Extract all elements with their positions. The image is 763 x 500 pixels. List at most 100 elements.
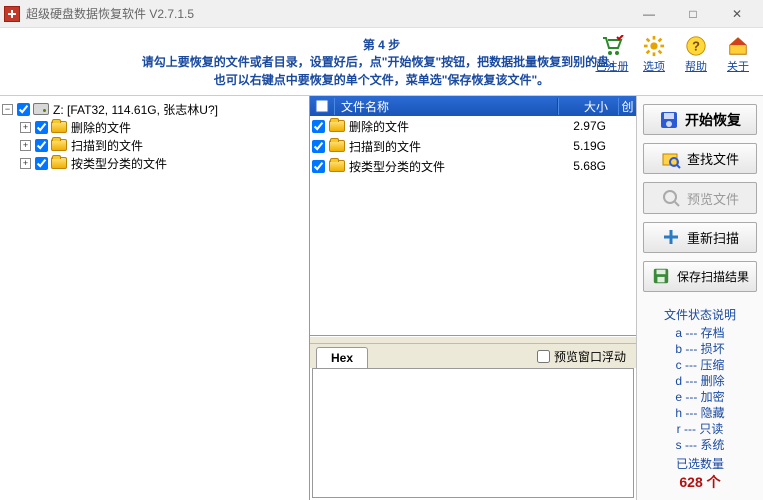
options-link[interactable]: 选项	[637, 34, 671, 74]
minimize-button[interactable]: —	[627, 0, 671, 28]
legend-title: 文件状态说明	[643, 306, 757, 323]
list-item[interactable]: 按类型分类的文件 5.68G	[310, 156, 636, 176]
preview-tabs: Hex 预览窗口浮动	[310, 344, 636, 368]
about-label: 关于	[727, 58, 749, 74]
legend-row: a --- 存档	[643, 325, 757, 341]
tree-checkbox[interactable]	[35, 121, 48, 134]
column-icon	[315, 99, 329, 113]
file-size: 5.68G	[556, 159, 616, 173]
tree-checkbox[interactable]	[35, 139, 48, 152]
header-size[interactable]: 大小	[558, 98, 618, 115]
start-recovery-button[interactable]: 开始恢复	[643, 104, 757, 135]
help-link[interactable]: ? 帮助	[679, 34, 713, 74]
selected-count-label: 已选数量	[643, 455, 757, 472]
save-icon	[651, 266, 671, 286]
legend-row: h --- 隐藏	[643, 405, 757, 421]
folder-icon	[51, 139, 67, 151]
action-panel: 开始恢复 查找文件 预览文件 重新扫描 保存扫描结果 文件状态说明 a --- …	[637, 96, 763, 500]
top-toolbar: 已注册 选项 ? 帮助 关于	[595, 34, 755, 74]
expand-toggle[interactable]: +	[20, 140, 31, 151]
legend-row: d --- 删除	[643, 373, 757, 389]
center-panel: 文件名称 大小 创 删除的文件 2.97G 扫描到的文件 5.19G 按类型分类…	[310, 96, 637, 500]
window-title: 超级硬盘数据恢复软件 V2.7.1.5	[26, 5, 194, 22]
tree-item-label: 按类型分类的文件	[71, 155, 167, 172]
tree-item[interactable]: + 扫描到的文件	[2, 136, 307, 154]
help-label: 帮助	[685, 58, 707, 74]
folder-tree[interactable]: − Z: [FAT32, 114.61G, 张志林U?] + 删除的文件 + 扫…	[0, 96, 310, 500]
close-button[interactable]: ✕	[715, 0, 759, 28]
file-size: 2.97G	[556, 119, 616, 133]
plus-icon	[661, 227, 681, 247]
save-scan-label: 保存扫描结果	[677, 268, 749, 285]
window-controls: — □ ✕	[627, 0, 759, 28]
rescan-button[interactable]: 重新扫描	[643, 222, 757, 253]
tree-item-label: 扫描到的文件	[71, 137, 143, 154]
tree-item[interactable]: + 按类型分类的文件	[2, 154, 307, 172]
about-link[interactable]: 关于	[721, 34, 755, 74]
folder-icon	[51, 157, 67, 169]
list-item[interactable]: 删除的文件 2.97G	[310, 116, 636, 136]
preview-file-button[interactable]: 预览文件	[643, 182, 757, 213]
legend-row: e --- 加密	[643, 389, 757, 405]
title-bar: 超级硬盘数据恢复软件 V2.7.1.5 — □ ✕	[0, 0, 763, 28]
expand-toggle[interactable]: −	[2, 104, 13, 115]
tab-hex[interactable]: Hex	[316, 347, 368, 368]
splitter[interactable]	[310, 336, 636, 344]
header-checkbox-col[interactable]	[310, 99, 334, 113]
rescan-label: 重新扫描	[687, 228, 739, 247]
start-recovery-label: 开始恢复	[685, 110, 741, 130]
maximize-button[interactable]: □	[671, 0, 715, 28]
find-file-label: 查找文件	[687, 149, 739, 168]
registered-label: 已注册	[596, 58, 629, 74]
folder-icon	[51, 121, 67, 133]
tree-root-label: Z: [FAT32, 114.61G, 张志林U?]	[53, 101, 218, 118]
gear-icon	[640, 34, 668, 58]
tree-root[interactable]: − Z: [FAT32, 114.61G, 张志林U?]	[2, 100, 307, 118]
tree-item[interactable]: + 删除的文件	[2, 118, 307, 136]
drive-icon	[33, 103, 49, 115]
cart-icon	[598, 34, 626, 58]
preview-area: Hex 预览窗口浮动	[310, 344, 636, 500]
header-name[interactable]: 文件名称	[334, 98, 558, 115]
disk-icon	[659, 110, 679, 130]
list-item[interactable]: 扫描到的文件 5.19G	[310, 136, 636, 156]
legend-row: c --- 压缩	[643, 357, 757, 373]
status-legend: 文件状态说明 a --- 存档b --- 损坏c --- 压缩d --- 删除e…	[643, 306, 757, 492]
folder-icon	[329, 140, 345, 152]
hex-viewer[interactable]	[312, 368, 634, 498]
folder-icon	[329, 120, 345, 132]
app-icon	[4, 6, 20, 22]
find-file-button[interactable]: 查找文件	[643, 143, 757, 174]
row-checkbox[interactable]	[312, 120, 325, 133]
search-folder-icon	[661, 149, 681, 169]
legend-row: r --- 只读	[643, 421, 757, 437]
preview-file-label: 预览文件	[687, 189, 739, 208]
file-name: 按类型分类的文件	[349, 158, 445, 175]
expand-toggle[interactable]: +	[20, 122, 31, 133]
row-checkbox[interactable]	[312, 160, 325, 173]
file-list-header: 文件名称 大小 创	[310, 96, 636, 116]
folder-icon	[329, 160, 345, 172]
tree-checkbox[interactable]	[35, 157, 48, 170]
registered-link[interactable]: 已注册	[595, 34, 629, 74]
row-checkbox[interactable]	[312, 140, 325, 153]
home-icon	[724, 34, 752, 58]
expand-toggle[interactable]: +	[20, 158, 31, 169]
main-area: − Z: [FAT32, 114.61G, 张志林U?] + 删除的文件 + 扫…	[0, 95, 763, 500]
preview-icon	[661, 188, 681, 208]
legend-row: s --- 系统	[643, 437, 757, 453]
selected-count-value: 628 个	[643, 472, 757, 492]
help-icon: ?	[682, 34, 710, 58]
float-preview-label: 预览窗口浮动	[554, 348, 626, 365]
float-preview-checkbox[interactable]: 预览窗口浮动	[537, 348, 626, 365]
file-name: 扫描到的文件	[349, 138, 421, 155]
tree-item-label: 删除的文件	[71, 119, 131, 136]
float-preview-input[interactable]	[537, 350, 550, 363]
legend-row: b --- 损坏	[643, 341, 757, 357]
save-scan-button[interactable]: 保存扫描结果	[643, 261, 757, 292]
svg-text:?: ?	[692, 39, 700, 54]
file-name: 删除的文件	[349, 118, 409, 135]
tree-checkbox[interactable]	[17, 103, 30, 116]
header-more[interactable]: 创	[618, 98, 636, 115]
file-list[interactable]: 删除的文件 2.97G 扫描到的文件 5.19G 按类型分类的文件 5.68G	[310, 116, 636, 336]
